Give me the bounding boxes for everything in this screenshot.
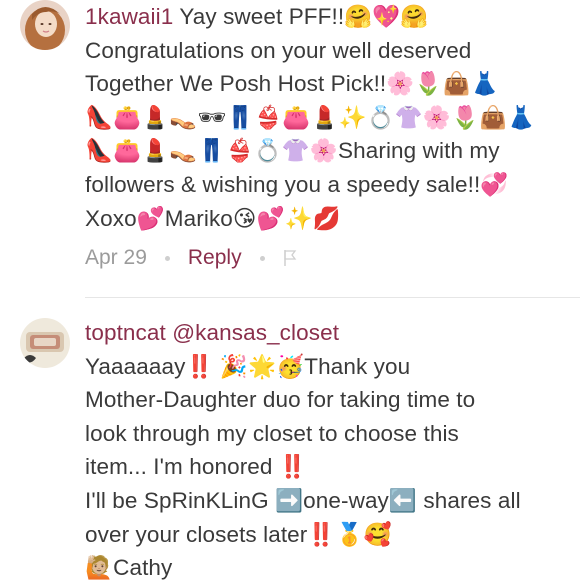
- mention-link[interactable]: @kansas_closet: [172, 320, 339, 345]
- comment-line: Xoxo💕Mariko😘💕✨💋: [85, 205, 341, 231]
- avatar-1kawaii1[interactable]: [20, 0, 70, 50]
- username-link[interactable]: 1kawaii1: [85, 4, 173, 29]
- comment-divider: [85, 297, 580, 298]
- flag-icon[interactable]: [283, 249, 297, 267]
- separator-dot: [164, 255, 170, 261]
- comment-line: look through my closet to choose this: [85, 420, 459, 446]
- comment-body: 1kawaii1 Yay sweet PFF!!🤗💖🤗 Congratulati…: [85, 0, 565, 235]
- username-link[interactable]: toptncat: [85, 320, 166, 345]
- comment-line: followers & wishing you a speedy sale!!💞: [85, 171, 509, 197]
- comment-line: over your closets later‼️🥇🥰: [85, 521, 392, 547]
- comment-line: Together We Posh Host Pick!!🌸🌷👜👗: [85, 71, 499, 97]
- comment-body: toptncat @kansas_closet Yaaaaaay‼️ 🎉🌟🥳Th…: [85, 316, 565, 585]
- comment-line: I'll be SpRinKLinG ➡️one-way⬅️ shares al…: [85, 487, 521, 513]
- comment-line: Congratulations on your well deserved: [85, 37, 472, 63]
- comment-line: toptncat @kansas_closet: [85, 316, 565, 350]
- avatar-toptncat[interactable]: [20, 318, 70, 368]
- comment-line: 🙋🏼Cathy: [85, 555, 173, 581]
- comment-line: 👠👛💄👡🕶👖👙👛💄✨💍👚🌸🌷👜👗: [85, 104, 536, 130]
- comment-line: Yaaaaaay‼️ 🎉🌟🥳Thank you: [85, 353, 411, 379]
- separator-dot: [259, 255, 265, 261]
- reply-button[interactable]: Reply: [188, 246, 242, 270]
- comment-line: Mother-Daughter duo for taking time to: [85, 387, 476, 413]
- comment-line: item... I'm honored ‼️: [85, 454, 307, 480]
- comment-meta: Apr 29 Reply: [85, 243, 297, 273]
- comment-line: 👠👛💄👡👖👙💍👚🌸Sharing with my: [85, 138, 500, 164]
- comment-date: Apr 29: [85, 246, 147, 269]
- comment-line: 1kawaii1 Yay sweet PFF!!🤗💖🤗: [85, 4, 429, 29]
